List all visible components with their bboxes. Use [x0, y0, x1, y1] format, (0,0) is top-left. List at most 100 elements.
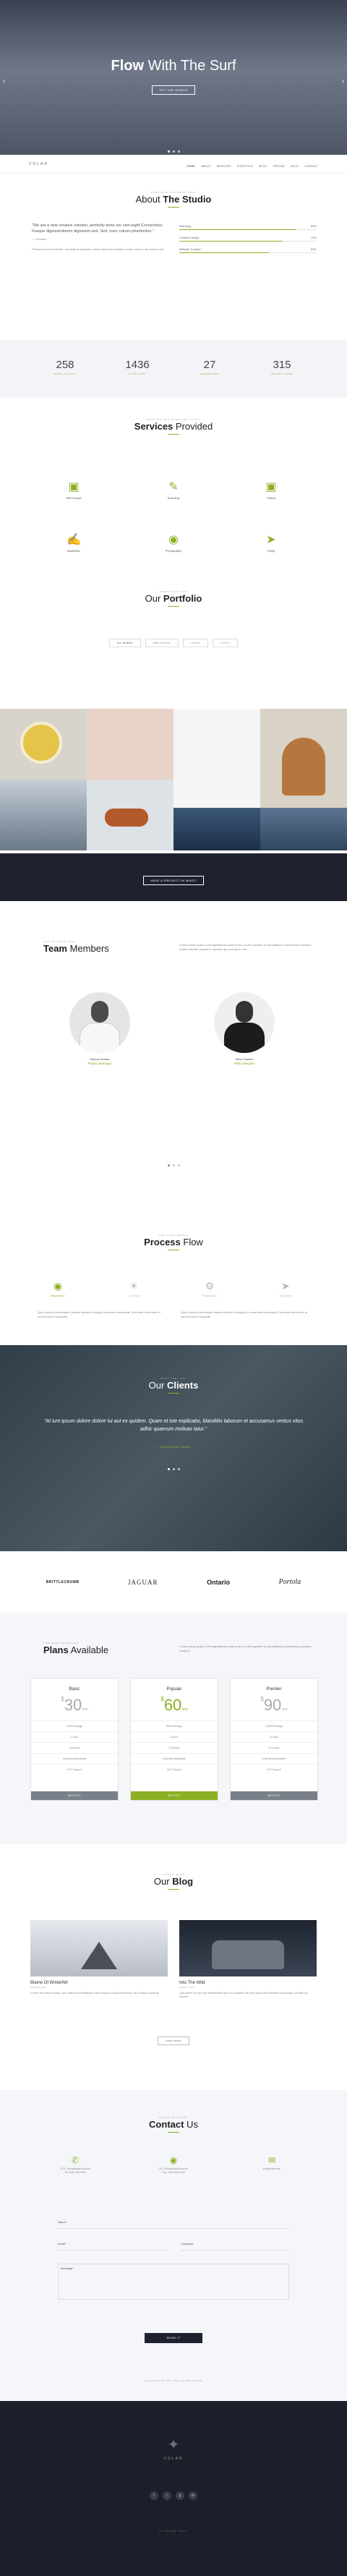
mail-icon: ✉: [267, 2155, 276, 2165]
stat-awards: 27 AWARDS WON: [200, 359, 220, 375]
clients-author: — Gerard Bercko / Alliance: [155, 1445, 192, 1449]
plans-intro: Lorem ipsum quae ut elit dignissimos max…: [179, 1645, 312, 1652]
service-illustration[interactable]: ✍ Illustration: [38, 534, 110, 553]
plan-popular: Popular $60/mo 50GB Storage 5 User 3 Domai…: [130, 1678, 218, 1801]
footer: ✦ VOLAR f t g in © VOLAR 2017: [0, 2401, 347, 2576]
member-card-1[interactable]: Samuel Kimber Project Manager: [64, 992, 136, 1065]
plan-basic: Basic $30/mo 25GB Storage 1 User 1 Domain U…: [30, 1678, 119, 1801]
contact-title: Contact Us: [149, 2119, 198, 2130]
clients-quote: "At iunt ipsum dolore dolore lui aut ex …: [43, 1419, 304, 1432]
contact-section: READY TO START Contact Us ✆ 9711 Pennsylv…: [0, 2090, 347, 2401]
service-flying[interactable]: ➤ Flying: [235, 534, 307, 553]
blog-post-2[interactable]: Into The Wild October 4, 2017 Quis autem v…: [179, 1920, 317, 1999]
nav-blog[interactable]: BLOG: [260, 165, 267, 168]
portfolio-item-lemon[interactable]: [0, 709, 87, 780]
portfolio-item-hands[interactable]: [87, 709, 174, 780]
map-pin-icon: ◉: [169, 2155, 178, 2165]
hero-button[interactable]: TRY THE WORKS: [152, 85, 195, 95]
process-section: THE FLOW WORKS Process Flow ◉ Discussion …: [0, 1215, 347, 1345]
nav-pricing[interactable]: PRICING: [273, 165, 286, 168]
clients-title: Our Clients: [148, 1380, 199, 1391]
process-step-2[interactable]: ☀ Concept: [98, 1280, 170, 1297]
filter-photo[interactable]: PHOTO: [213, 639, 239, 647]
bulb-icon: ☀: [129, 1280, 139, 1292]
service-videos[interactable]: ▣ Videos: [235, 481, 307, 500]
blog-view-more-button[interactable]: VIEW MORE: [157, 2037, 189, 2045]
blog-post-1[interactable]: Blame Of Winterfell October 5, 2017 Ut eni…: [30, 1920, 168, 1995]
service-webdesign[interactable]: ▣ Web Design: [38, 481, 110, 500]
portfolio-item-shoes[interactable]: [87, 780, 174, 850]
process-step-4[interactable]: ➤ Complete: [249, 1280, 322, 1297]
logo-jaguar: JAGUAR: [128, 1578, 158, 1586]
clients-dots[interactable]: [0, 1461, 347, 1474]
nav-menu: HOME ABOUT SERVICES PORTFOLIO BLOG PRICING BLO…: [181, 158, 318, 171]
nav-blog-2[interactable]: BLOG: [291, 165, 299, 168]
nav-portfolio[interactable]: PORTFOLIO: [237, 165, 254, 168]
blog-section: LATEST NEWS Our Blog Blame Of Winterfell…: [0, 1844, 347, 2090]
nav-logo[interactable]: VOLAR: [29, 162, 48, 166]
services-section: WHAT WE ARE MADE FOR TODAY Services Prov…: [0, 398, 347, 571]
process-step-3[interactable]: ⚙ Realization: [174, 1280, 246, 1297]
linkedin-icon[interactable]: in: [189, 2491, 197, 2500]
email-field[interactable]: Email*: [58, 2242, 166, 2251]
nav-home[interactable]: HOME: [187, 165, 195, 168]
stats-section: 258 HAPPY CLIENTS 1436 GIFTS GIVEN 27 AWARD…: [0, 340, 347, 398]
nav-services[interactable]: SERVICES: [217, 165, 231, 168]
client-logos: BRITTLECRUMB JAGUAR Ontario Portola: [0, 1551, 347, 1613]
portfolio-cta-button[interactable]: HAVE A PROJECT IN MIND?: [143, 876, 204, 885]
logo-portola: Portola: [278, 1578, 301, 1586]
navbar: VOLAR HOME ABOUT SERVICES PORTFOLIO BLOG PRIC…: [0, 155, 347, 174]
filter-all[interactable]: ALL WORKS: [108, 639, 141, 647]
portfolio-item-sea[interactable]: [0, 780, 87, 850]
contact-address: ◉ 221 Pennsylvania Avenue Fax: 1000 000 0…: [130, 2155, 217, 2175]
portfolio-item-ice[interactable]: [260, 808, 347, 850]
filter-logos[interactable]: LOGOS: [182, 639, 209, 647]
stat-clients: 258 HAPPY CLIENTS: [53, 359, 77, 375]
portfolio-section: CHECK OUT OUR Our Portfolio ALL WORKS WEB…: [0, 571, 347, 911]
about-section: COMPLETE INFORMATIONAL About The Studio …: [0, 174, 347, 297]
filter-web[interactable]: WEB DESIGN: [145, 639, 179, 647]
portfolio-cta-bar: HAVE A PROJECT IN MIND?: [0, 853, 347, 901]
hero-title: Flow With The Surf: [111, 58, 236, 74]
member-photo-1: [69, 992, 130, 1053]
send-button[interactable]: SEND IT: [145, 2333, 202, 2343]
portfolio-filters: ALL WORKS WEB DESIGN LOGOS PHOTO: [0, 634, 347, 647]
paperplane-icon: ➤: [266, 534, 276, 546]
google-icon[interactable]: g: [176, 2491, 184, 2500]
name-field[interactable]: Name*: [58, 2220, 289, 2229]
plans-section: THE BEST OF BRAND Plans Available Lorem …: [0, 1613, 347, 1844]
twitter-icon[interactable]: t: [163, 2491, 171, 2500]
process-step-1[interactable]: ◉ Discussion: [22, 1280, 94, 1297]
nav-contact[interactable]: CONTACT: [304, 165, 318, 168]
plan-premier-select-button[interactable]: SELECT: [231, 1791, 317, 1800]
about-paragraph: Proident quam id electrh, accusatnus qua…: [32, 247, 165, 251]
nav-about[interactable]: ABOUT: [201, 165, 211, 168]
member-card-2[interactable]: Steve Hawker Web Designer: [208, 992, 280, 1065]
stat-gifts: 1436 GIFTS GIVEN: [125, 359, 150, 375]
member-photo-2: [214, 992, 275, 1053]
footer-logo[interactable]: VOLAR: [0, 2457, 347, 2461]
message-field[interactable]: Message*: [58, 2264, 289, 2300]
portfolio-title: Our Portfolio: [145, 593, 202, 604]
contact-email: ✉ info@volar.com: [228, 2155, 315, 2171]
portfolio-item-jacket[interactable]: [260, 709, 347, 808]
stat-projects: 315 PROJECT DONE: [271, 359, 293, 375]
skills-list: Branding 85% Graphic Design 75% Website Cr…: [179, 224, 317, 259]
plan-popular-select-button[interactable]: SELECT: [131, 1791, 218, 1800]
blog-image-1: [30, 1920, 168, 1976]
contact-phone: ✆ 9711 Pennsylvania Avenue Tel: 0000 000 …: [32, 2155, 119, 2175]
film-icon: ▣: [265, 481, 277, 493]
facebook-icon[interactable]: f: [150, 2491, 158, 2500]
footer-logo-icon: ✦: [167, 2437, 180, 2453]
copyright: © VOLAR 2017: [159, 2529, 188, 2533]
hero-section: ‹ › Flow With The Surf TRY THE WORKS: [0, 0, 347, 155]
plan-basic-select-button[interactable]: SELECT: [31, 1791, 118, 1800]
team-section: GET TO KNOW OUR Team Members Lorem ipsum…: [0, 911, 347, 1215]
service-branding[interactable]: ✎ Branding: [137, 481, 210, 500]
logo-brittlecrumb: BRITTLECRUMB: [46, 1579, 80, 1585]
team-dots[interactable]: [0, 1157, 347, 1170]
service-photography[interactable]: ◉ Photography: [137, 534, 210, 553]
portfolio-item-ocean[interactable]: [174, 808, 260, 850]
skill-branding: Branding 85%: [179, 224, 317, 230]
company-field[interactable]: Company: [181, 2242, 289, 2251]
